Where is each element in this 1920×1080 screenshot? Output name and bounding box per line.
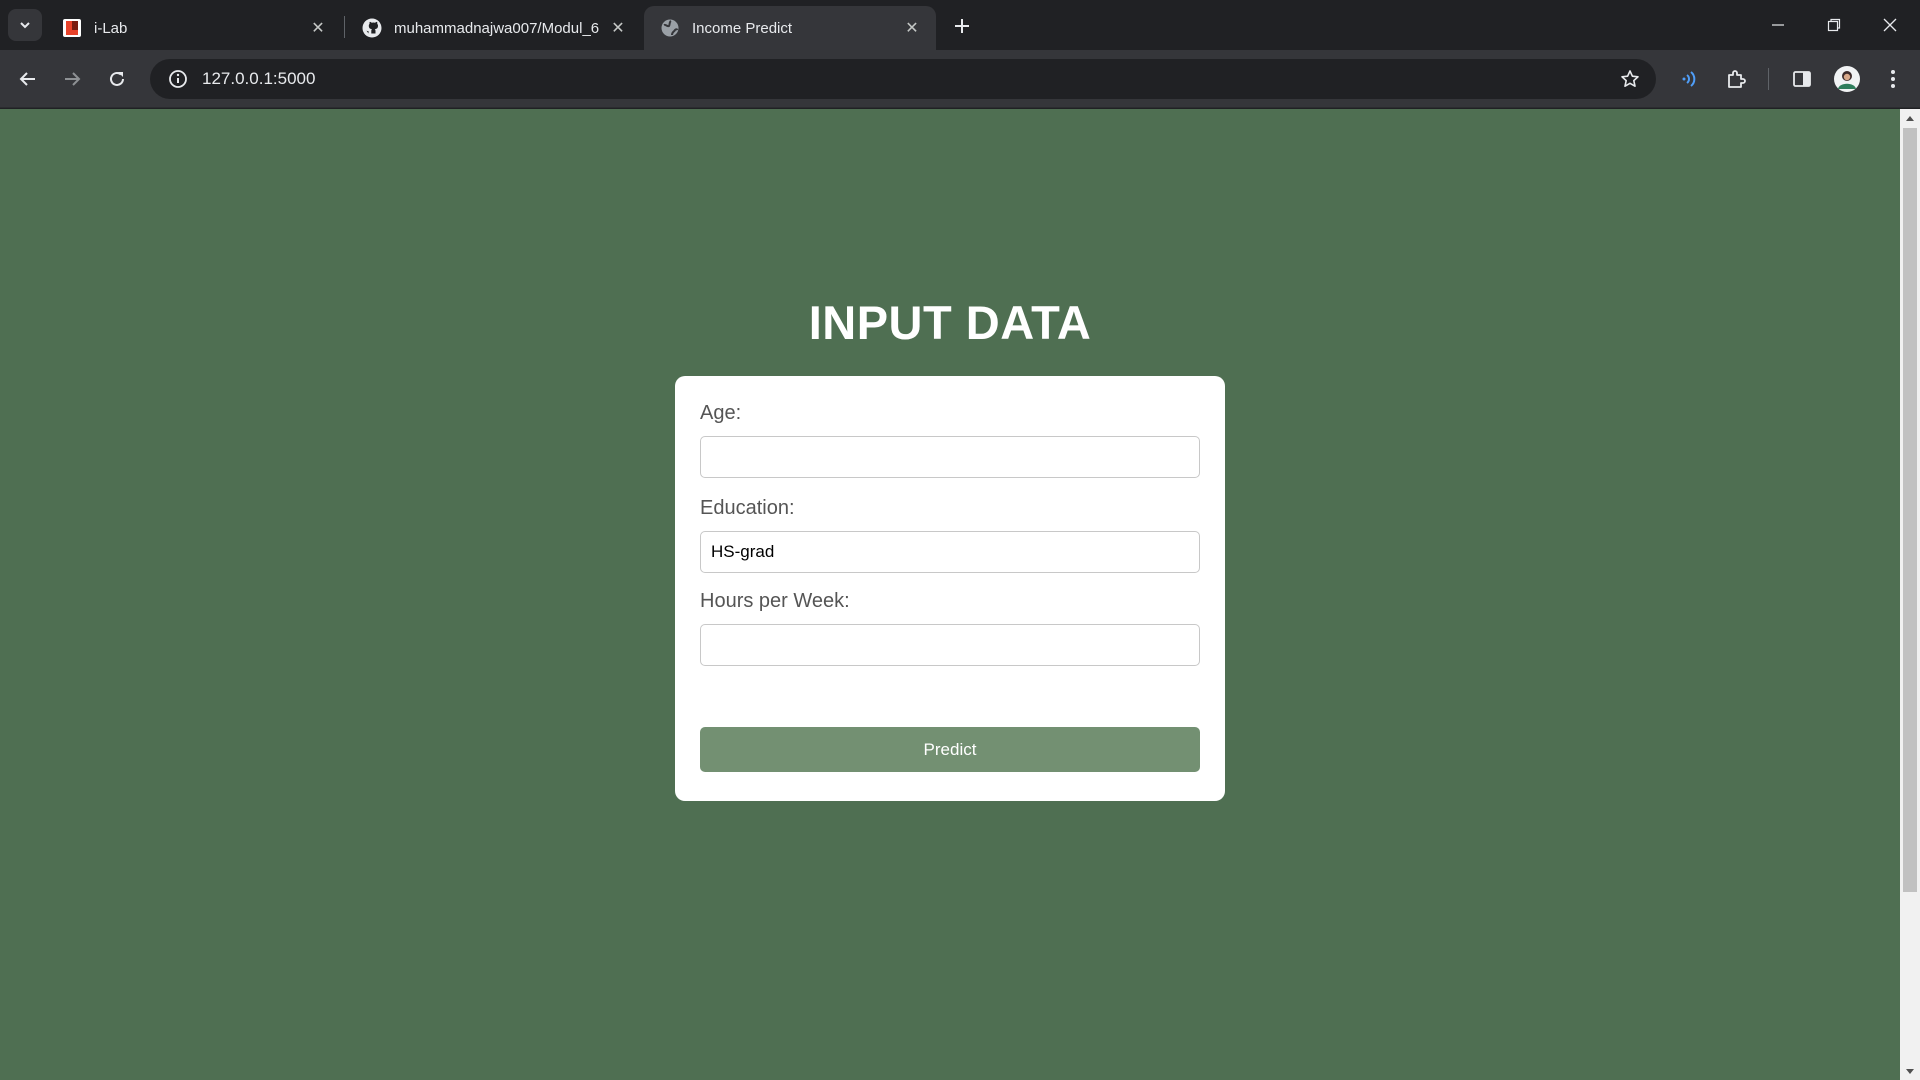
new-tab-button[interactable] — [947, 11, 977, 41]
age-label: Age: — [700, 402, 742, 424]
restore-icon — [1827, 18, 1841, 32]
ilab-logo-icon — [62, 18, 82, 38]
browser-toolbar: 127.0.0.1:5000 — [0, 50, 1920, 108]
arrow-right-icon — [63, 70, 81, 88]
close-icon — [1882, 17, 1898, 33]
bookmark-star-icon[interactable] — [1616, 65, 1644, 93]
reload-button[interactable] — [101, 63, 133, 95]
profile-avatar[interactable] — [1831, 63, 1863, 95]
minimize-icon — [1771, 18, 1785, 32]
side-panel-icon[interactable] — [1786, 63, 1818, 95]
tab-ilab[interactable]: i-Lab ✕ — [46, 6, 342, 50]
site-info-icon[interactable] — [158, 59, 198, 99]
forward-button[interactable] — [56, 63, 88, 95]
close-window-button[interactable] — [1862, 0, 1918, 50]
close-icon[interactable]: ✕ — [308, 18, 328, 38]
arrow-left-icon — [19, 70, 37, 88]
close-icon[interactable]: ✕ — [902, 18, 922, 38]
globe-icon — [660, 18, 680, 38]
scroll-down-arrow-icon[interactable] — [1900, 1063, 1920, 1080]
education-input[interactable] — [700, 531, 1200, 573]
tab-title: i-Lab — [94, 19, 128, 37]
page-title: INPUT DATA — [808, 296, 1092, 349]
education-label: Education: — [700, 497, 795, 519]
tab-title: muhammadnajwa007/Modul_6 — [394, 19, 600, 37]
scroll-up-arrow-icon[interactable] — [1900, 109, 1920, 126]
hours-per-week-label: Hours per Week: — [700, 590, 850, 612]
github-icon — [362, 18, 382, 38]
predict-button[interactable]: Predict — [700, 727, 1200, 772]
address-bar[interactable]: 127.0.0.1:5000 — [150, 59, 1656, 99]
read-aloud-icon[interactable] — [1674, 63, 1706, 95]
tab-title: Income Predict — [692, 19, 793, 37]
minimize-button[interactable] — [1750, 0, 1806, 50]
education-field-group: Education: — [700, 495, 1200, 573]
chevron-down-icon — [18, 18, 32, 32]
toolbar-divider — [1768, 68, 1769, 90]
back-button[interactable] — [12, 63, 44, 95]
input-form-card: Age: Education: Hours per Week: Predict — [675, 376, 1225, 801]
reload-icon — [108, 70, 126, 88]
tab-strip: i-Lab ✕ muhammadnajwa007/Modul_6 ✕ Incom… — [0, 0, 1920, 50]
plus-icon — [954, 18, 970, 34]
extensions-puzzle-icon[interactable] — [1720, 63, 1752, 95]
url-text: 127.0.0.1:5000 — [202, 69, 316, 88]
hours-per-week-input[interactable] — [700, 624, 1200, 666]
close-icon[interactable]: ✕ — [608, 18, 628, 38]
vertical-scrollbar[interactable] — [1900, 109, 1920, 1080]
hours-per-week-field-group: Hours per Week: — [700, 588, 1200, 666]
tab-income-predict[interactable]: Income Predict ✕ — [644, 6, 936, 50]
tab-separator — [344, 16, 345, 38]
age-input[interactable] — [700, 436, 1200, 478]
tab-search-button[interactable] — [8, 9, 42, 41]
kebab-menu-icon[interactable] — [1877, 63, 1909, 95]
restore-button[interactable] — [1806, 0, 1862, 50]
scrollbar-thumb[interactable] — [1903, 128, 1917, 892]
page-viewport: INPUT DATA Age: Education: Hours per Wee… — [0, 109, 1900, 1080]
age-field-group: Age: — [700, 400, 1200, 478]
tab-github[interactable]: muhammadnajwa007/Modul_6 ✕ — [346, 6, 642, 50]
